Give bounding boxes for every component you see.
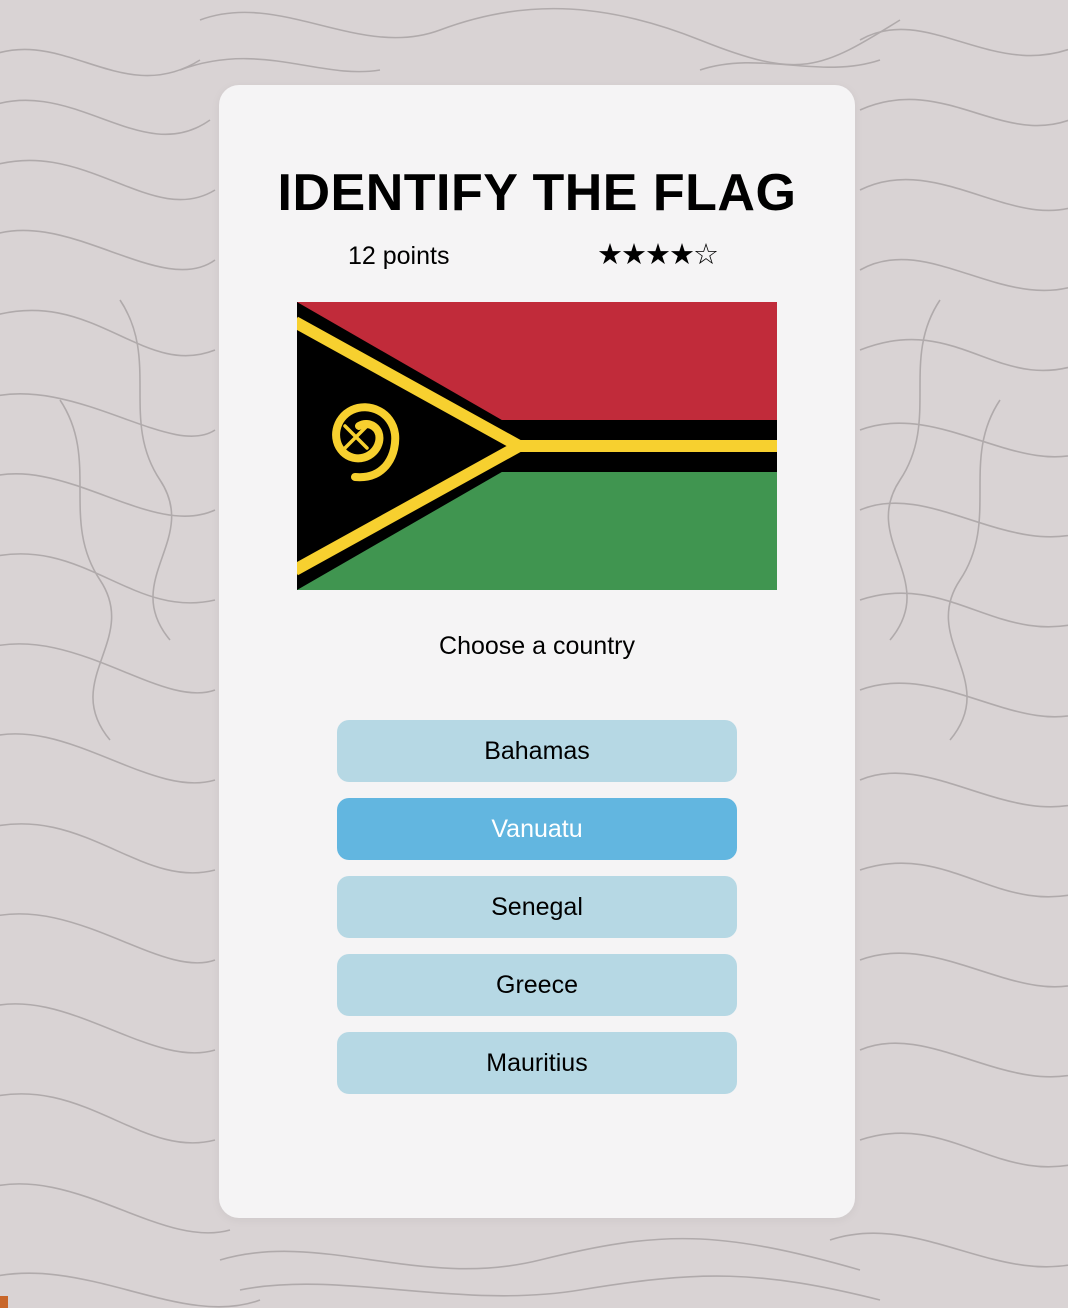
quiz-card: IDENTIFY THE FLAG 12 points ★★★★☆ Choose… <box>219 85 855 1218</box>
difficulty-rating: ★★★★☆ <box>597 237 719 271</box>
option-greece-button[interactable]: Greece <box>337 954 737 1016</box>
prompt-text: Choose a country <box>439 632 635 660</box>
answer-options: Bahamas Vanuatu Senegal Greece Mauritius <box>337 720 737 1110</box>
star-icon: ★ <box>645 237 671 271</box>
corner-accent <box>0 1296 8 1308</box>
star-icon: ☆ <box>693 237 719 271</box>
points-label: 12 points <box>348 242 450 270</box>
page-title: IDENTIFY THE FLAG <box>277 164 797 222</box>
option-senegal-button[interactable]: Senegal <box>337 876 737 938</box>
star-icon: ★ <box>597 237 623 271</box>
flag-image <box>297 302 777 590</box>
option-bahamas-button[interactable]: Bahamas <box>337 720 737 782</box>
star-icon: ★ <box>621 237 647 271</box>
star-icon: ★ <box>669 237 695 271</box>
option-mauritius-button[interactable]: Mauritius <box>337 1032 737 1094</box>
option-vanuatu-button[interactable]: Vanuatu <box>337 798 737 860</box>
